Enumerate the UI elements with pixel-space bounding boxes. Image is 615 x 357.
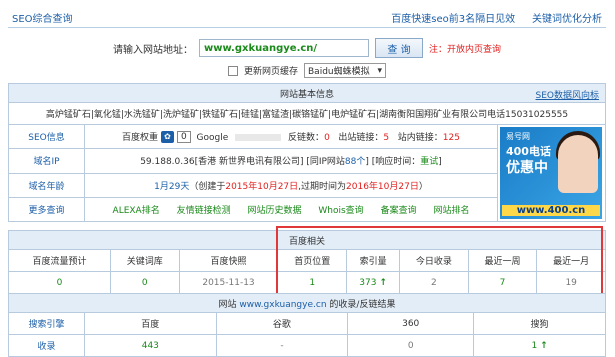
baidu-index-value[interactable]: 443 xyxy=(84,334,217,357)
expire-date: 2016年10月27日 xyxy=(346,181,419,192)
baidu-weight-value[interactable]: 0 xyxy=(176,131,191,144)
sogou-index-value[interactable]: 1 xyxy=(531,341,537,351)
baidu-related-table: 百度相关 百度流量预计 关键词库 百度快照 首页位置 索引量 今日收录 最近一周… xyxy=(8,230,606,294)
seo-trend-link[interactable]: SEO数据风向标 xyxy=(536,88,599,101)
url-label: 请输入网站地址： xyxy=(112,44,193,56)
seo-page: SEO综合查询 百度快速seo前3名隔日见效 关键词优化分析 请输入网站地址： … xyxy=(8,8,606,357)
keyword-optimize-link[interactable]: 关键词优化分析 xyxy=(532,14,602,25)
seo-info-values: 百度权重 ✿ 0 Google 反链数：0 出站链接：5 站内链接：125 xyxy=(84,123,498,150)
basic-info-header: 网站基本信息 SEO数据风向标 xyxy=(8,83,606,103)
so360-index-value[interactable]: 0 xyxy=(347,334,475,357)
keyword-lib-value[interactable]: 0 xyxy=(109,271,180,294)
row-index-label: 收录 xyxy=(8,334,85,357)
ad-banner[interactable]: 易号网 400电话 优惠中 www.400.cn xyxy=(497,124,606,222)
month-value: 19 xyxy=(536,271,606,294)
user-agent-value: Baidu蜘蛛模拟 xyxy=(308,67,370,77)
home-position-value: 1 xyxy=(277,271,348,294)
created-date: 2015年10月27日 xyxy=(225,181,299,192)
seo-info-label[interactable]: SEO信息 xyxy=(8,123,85,150)
arrow-up-icon: ↑ xyxy=(540,340,548,351)
baidu-seo-link[interactable]: 百度快速seo前3名隔日见效 xyxy=(391,14,515,25)
refresh-cache-label: 更新网页缓存 xyxy=(243,67,298,77)
google-index-value: - xyxy=(215,334,349,357)
index-results-table: 网站 www.gxkuangye.cn 的收录/反链结果 搜索引擎 百度 谷歌 … xyxy=(8,293,606,357)
options-row: 更新网页缓存 Baidu蜘蛛模拟 ▾ xyxy=(8,63,606,78)
index-count-cell: 373 ↑ xyxy=(346,271,401,294)
ad-url: www.400.cn xyxy=(502,205,600,216)
user-agent-select[interactable]: Baidu蜘蛛模拟 ▾ xyxy=(304,63,386,78)
index-count-value[interactable]: 373 xyxy=(359,278,376,288)
domain-age-values: 1月29天（创建于2015年10月27日,过期时间为2016年10月27日） xyxy=(84,172,498,198)
backlinks-value[interactable]: 0 xyxy=(324,133,330,143)
google-label: Google xyxy=(196,132,229,143)
domain-ip-values: 59.188.0.36[香港 新世界电讯有限公司] [同IP网站88个] [响应… xyxy=(84,148,498,174)
col-snapshot: 百度快照 xyxy=(178,249,279,272)
top-bar: SEO综合查询 百度快速seo前3名隔日见效 关键词优化分析 xyxy=(8,8,606,28)
ad-line2: 优惠中 xyxy=(506,160,548,176)
baidu-paw-icon: ✿ xyxy=(160,131,174,144)
col-today: 今日收录 xyxy=(399,249,469,272)
icp-record-link[interactable]: 备案查询 xyxy=(381,206,417,216)
history-data-link[interactable]: 网站历史数据 xyxy=(247,206,301,216)
outlinks-value[interactable]: 5 xyxy=(383,133,389,143)
whois-link[interactable]: Whois查询 xyxy=(318,206,363,216)
col-traffic-estimate: 百度流量预计 xyxy=(8,249,111,272)
domain-age-value: 1月29天 xyxy=(154,181,190,192)
col-360: 360 xyxy=(347,312,475,335)
col-engine: 搜索引擎 xyxy=(8,312,85,335)
col-baidu: 百度 xyxy=(84,312,217,335)
site-rank-link[interactable]: 网站排名 xyxy=(433,206,469,216)
more-queries-label: 更多查询 xyxy=(8,196,85,223)
inner-page-note: 注：开放内页查询 xyxy=(428,44,501,55)
chevron-down-icon: ▾ xyxy=(377,65,382,76)
week-value: 7 xyxy=(467,271,538,294)
alexa-rank-link[interactable]: ALEXA排名 xyxy=(113,206,160,216)
col-google: 谷歌 xyxy=(215,312,349,335)
index-site-name: www.gxkuangye.cn xyxy=(239,299,327,310)
url-input[interactable] xyxy=(198,39,369,57)
col-index-count: 索引量 xyxy=(346,249,401,272)
col-month: 最近一月 xyxy=(536,249,606,272)
response-retry[interactable]: 重试 xyxy=(420,157,438,167)
inlinks-value[interactable]: 125 xyxy=(443,133,460,143)
basic-info-table: 网站基本信息 SEO数据风向标 高炉锰矿石|氧化锰|水洗锰矿|洗炉锰矿|铁锰矿石… xyxy=(8,83,606,223)
ad-person-icon xyxy=(558,135,598,193)
site-keywords: 高炉锰矿石|氧化锰|水洗锰矿|洗炉锰矿|铁锰矿石|硅锰|富锰渣|碳铬锰矿|电炉锰… xyxy=(8,102,606,125)
domain-age-label[interactable]: 域名年龄 xyxy=(8,172,85,198)
page-title: SEO综合查询 xyxy=(12,14,73,25)
query-button[interactable]: 查 询 xyxy=(374,38,423,58)
friend-link-check-link[interactable]: 友情链接检测 xyxy=(177,206,231,216)
refresh-cache-checkbox[interactable] xyxy=(227,65,238,76)
domain-ip-label[interactable]: 域名IP xyxy=(8,148,85,174)
col-keyword-lib: 关键词库 xyxy=(109,249,180,272)
sogou-index-cell: 1 ↑ xyxy=(473,334,606,357)
baidu-related-header: 百度相关 xyxy=(8,230,606,250)
google-pr-bar xyxy=(235,133,282,141)
today-value: 2 xyxy=(399,271,469,294)
more-queries-links: ALEXA排名 友情链接检测 网站历史数据 Whois查询 备案查询 网站排名 xyxy=(84,196,498,223)
arrow-up-icon: ↑ xyxy=(379,277,387,288)
snapshot-value[interactable]: 2015-11-13 xyxy=(178,271,279,294)
col-week: 最近一周 xyxy=(467,249,538,272)
ad-brand: 易号网 xyxy=(506,132,530,141)
col-home-position: 首页位置 xyxy=(277,249,348,272)
same-ip-count[interactable]: 88个 xyxy=(345,157,365,167)
index-results-header: 网站 www.gxkuangye.cn 的收录/反链结果 xyxy=(8,293,606,313)
col-sogou: 搜狗 xyxy=(473,312,606,335)
traffic-estimate-value[interactable]: 0 xyxy=(8,271,111,294)
search-row: 请输入网站地址： 查 询 注：开放内页查询 xyxy=(8,38,606,58)
